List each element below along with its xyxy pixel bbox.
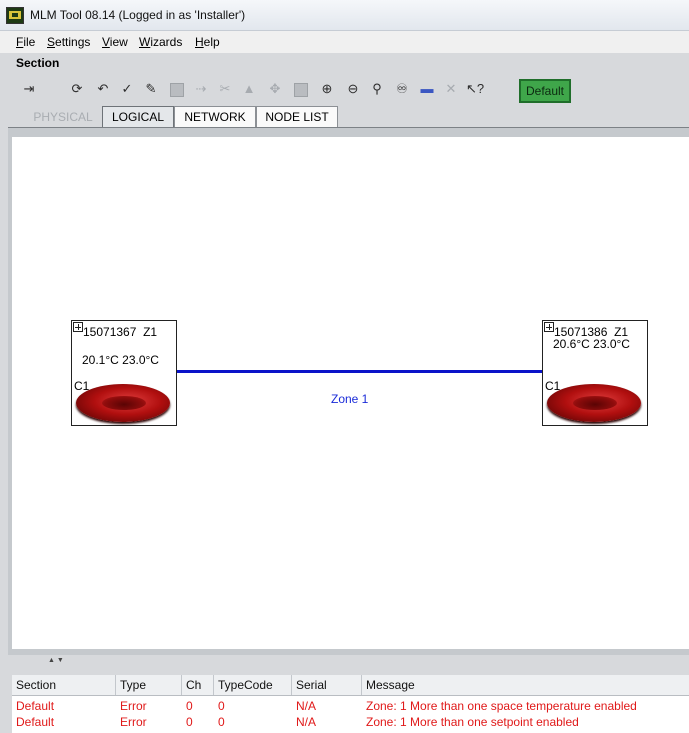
undo-icon[interactable]: ↶	[94, 80, 112, 98]
cell-message: Zone: 1 More than one space temperature …	[366, 699, 637, 713]
expand-icon[interactable]	[544, 322, 554, 332]
sensor-icon	[547, 384, 641, 422]
menu-bar: File Settings View Wizards Help	[0, 31, 689, 53]
menu-settings[interactable]: Settings	[47, 35, 90, 49]
splitter-arrows-icon[interactable]: ▲▼	[48, 657, 66, 664]
column-header-ch[interactable]: Ch	[182, 675, 214, 695]
up-icon[interactable]: ▲	[240, 80, 258, 98]
refresh-icon[interactable]: ⟳	[68, 80, 86, 98]
zoom-fit-icon[interactable]: ⚲	[368, 80, 386, 98]
node-temperatures: 20.1°C 23.0°C	[82, 353, 159, 367]
sensor-icon	[76, 384, 170, 422]
toolbar: ⇥ ⟳ ↶ ✓ ✎ ⇢ ✂ ▲ ✥ ⊕ ⊖ ⚲ ♾ ▬ ✕ ↖? Default	[8, 74, 689, 104]
cell-section: Default	[16, 715, 55, 729]
cut-icon[interactable]: ✂	[216, 80, 234, 98]
line-icon[interactable]: ▬	[418, 80, 436, 98]
node-id: 15071367 Z1	[83, 325, 158, 339]
table-row[interactable]: Default Error 0 0 N/A Zone: 1 More than …	[12, 714, 689, 730]
tab-physical[interactable]: PHYSICAL	[24, 106, 102, 128]
menu-wizards[interactable]: Wizards	[139, 35, 182, 49]
node-15071386[interactable]: 15071386 Z1 20.6°C 23.0°C C1	[542, 320, 648, 426]
cell-ch: 0	[186, 699, 193, 713]
app-icon	[6, 7, 24, 24]
column-header-type[interactable]: Type	[116, 675, 182, 695]
tab-node-list[interactable]: NODE LIST	[256, 106, 338, 128]
exit-icon[interactable]: ⇥	[20, 80, 38, 98]
column-header-message[interactable]: Message	[362, 675, 689, 695]
zone-label: Zone 1	[331, 392, 369, 406]
messages-table: Section Type Ch TypeCode Serial Message …	[12, 675, 689, 733]
section-title: Section	[16, 56, 60, 70]
menu-file[interactable]: File	[16, 35, 35, 49]
cell-typecode: 0	[218, 699, 225, 713]
check-icon[interactable]: ✓	[118, 80, 136, 98]
disabled-icon[interactable]: ✕	[442, 80, 460, 98]
default-button[interactable]: Default	[519, 79, 571, 103]
cell-serial: N/A	[296, 699, 317, 713]
cell-serial: N/A	[296, 715, 317, 729]
expand-icon[interactable]	[73, 322, 83, 332]
tab-network[interactable]: NETWORK	[174, 106, 256, 128]
block-icon[interactable]	[292, 80, 310, 98]
help-cursor-icon[interactable]: ↖?	[466, 80, 484, 98]
edit-icon[interactable]: ✎	[142, 80, 160, 98]
zoom-in-icon[interactable]: ⊕	[318, 80, 336, 98]
menu-help[interactable]: Help	[195, 35, 220, 49]
tab-logical[interactable]: LOGICAL	[102, 106, 174, 128]
find-icon[interactable]: ♾	[393, 80, 411, 98]
column-header-typecode[interactable]: TypeCode	[214, 675, 292, 695]
menu-view[interactable]: View	[102, 35, 128, 49]
cell-type: Error	[120, 715, 147, 729]
cell-message: Zone: 1 More than one setpoint enabled	[366, 715, 579, 729]
table-header: Section Type Ch TypeCode Serial Message	[12, 675, 689, 696]
app-window: MLM Tool 08.14 (Logged in as 'Installer'…	[0, 0, 689, 733]
cell-typecode: 0	[218, 715, 225, 729]
cell-type: Error	[120, 699, 147, 713]
pane-splitter[interactable]: ▲▼	[8, 655, 689, 669]
title-bar: MLM Tool 08.14 (Logged in as 'Installer'…	[0, 0, 689, 31]
column-header-section[interactable]: Section	[12, 675, 116, 695]
zoom-out-icon[interactable]: ⊖	[344, 80, 362, 98]
move-icon[interactable]: ⇢	[192, 80, 210, 98]
window-title: MLM Tool 08.14 (Logged in as 'Installer'…	[30, 8, 246, 22]
cell-section: Default	[16, 699, 55, 713]
center-icon[interactable]: ✥	[266, 80, 284, 98]
node-15071367[interactable]: 15071367 Z1 20.1°C 23.0°C C1	[71, 320, 177, 426]
zone-link-line[interactable]	[176, 370, 542, 373]
grid-icon[interactable]	[168, 80, 186, 98]
cell-ch: 0	[186, 715, 193, 729]
table-row[interactable]: Default Error 0 0 N/A Zone: 1 More than …	[12, 698, 689, 714]
column-header-serial[interactable]: Serial	[292, 675, 362, 695]
node-temperatures: 20.6°C 23.0°C	[553, 337, 630, 351]
